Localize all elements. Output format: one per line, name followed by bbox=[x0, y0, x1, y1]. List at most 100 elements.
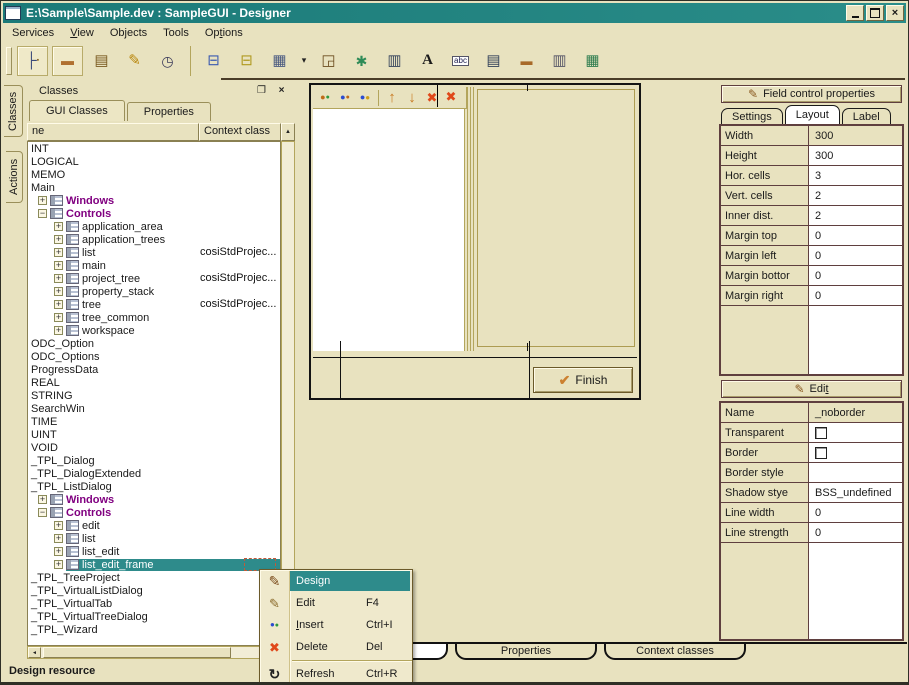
drive-yellow-icon[interactable]: ⊟ bbox=[232, 47, 261, 75]
tree-row-REAL[interactable]: REAL bbox=[28, 376, 280, 389]
prop-value[interactable]: 0 bbox=[809, 286, 902, 306]
prop-value[interactable]: BSS_undefined bbox=[809, 483, 902, 503]
tree-row-list_edit_frame[interactable]: +list_edit_frame bbox=[28, 558, 280, 571]
prop-value[interactable]: 3 bbox=[809, 166, 902, 186]
expand-icon[interactable]: + bbox=[54, 235, 63, 244]
column-name[interactable]: ne bbox=[27, 123, 199, 141]
window-items-icon[interactable]: ▦ bbox=[578, 47, 607, 75]
form-list-icon[interactable]: ▤ bbox=[479, 47, 508, 75]
tree-row-list[interactable]: +listcosiStdProjec... bbox=[28, 246, 280, 259]
abc-text-icon[interactable]: abc bbox=[446, 47, 475, 75]
checkbox-unchecked[interactable] bbox=[815, 427, 827, 439]
sidebar-tab-classes[interactable]: Classes bbox=[4, 85, 23, 137]
context-menu-design[interactable]: ✎Design bbox=[260, 570, 412, 592]
prop-value[interactable]: 300 bbox=[809, 146, 902, 166]
bottom-tab-properties[interactable]: Properties bbox=[455, 644, 597, 660]
prop-value[interactable]: 0 bbox=[809, 503, 902, 523]
field-control-properties-button[interactable]: ✎ Field control properties bbox=[721, 85, 902, 103]
insert-link-icon[interactable]: ●● bbox=[355, 89, 375, 107]
prop-value[interactable]: 0 bbox=[809, 523, 902, 543]
maximize-button[interactable] bbox=[866, 5, 884, 21]
menu-objects[interactable]: Objects bbox=[102, 25, 155, 41]
scroll-up-button[interactable]: ▲ bbox=[281, 123, 295, 141]
server-icon[interactable]: ▥ bbox=[545, 47, 574, 75]
tree-row-Windows[interactable]: +Windows bbox=[28, 194, 280, 207]
prop-value[interactable]: 0 bbox=[809, 266, 902, 286]
tab-label[interactable]: Label bbox=[842, 108, 891, 124]
context-menu-insert[interactable]: ●●InsertCtrl+I bbox=[260, 614, 412, 636]
book-log-icon[interactable]: ▤ bbox=[87, 47, 116, 75]
eraser-icon[interactable]: ▬ bbox=[52, 46, 83, 76]
edit-resource-icon[interactable]: ✎ bbox=[120, 47, 149, 75]
expand-icon[interactable]: + bbox=[54, 222, 63, 231]
design-list-box[interactable] bbox=[313, 109, 465, 351]
horizontal-scrollbar[interactable]: ◄ bbox=[27, 646, 281, 659]
expand-icon[interactable]: + bbox=[54, 300, 63, 309]
expand-icon[interactable]: + bbox=[54, 274, 63, 283]
tree-row-tree_common[interactable]: +tree_common bbox=[28, 311, 280, 324]
prop-value[interactable]: _noborder bbox=[809, 403, 902, 423]
menu-services[interactable]: Services bbox=[4, 25, 62, 41]
context-menu-delete[interactable]: ✖DeleteDel bbox=[260, 636, 412, 658]
tree-row-LOGICAL[interactable]: LOGICAL bbox=[28, 155, 280, 168]
font-icon[interactable]: A bbox=[413, 47, 442, 75]
eraser-small-icon[interactable]: ▬ bbox=[512, 47, 541, 75]
splitter-line[interactable] bbox=[467, 87, 468, 351]
expand-icon[interactable]: + bbox=[38, 196, 47, 205]
insert-node-icon[interactable]: ●● bbox=[315, 89, 335, 107]
paint-tools-icon[interactable]: ✱ bbox=[347, 47, 376, 75]
tree-row-tree[interactable]: +treecosiStdProjec... bbox=[28, 298, 280, 311]
splitter-line[interactable] bbox=[470, 87, 471, 351]
tree-row-edit[interactable]: +edit bbox=[28, 519, 280, 532]
close-panel-icon[interactable]: × bbox=[275, 85, 288, 97]
tab-properties[interactable]: Properties bbox=[127, 102, 211, 121]
tree-row-TIME[interactable]: TIME bbox=[28, 415, 280, 428]
tree-row-main[interactable]: +main bbox=[28, 259, 280, 272]
tree-row-workspace[interactable]: +workspace bbox=[28, 324, 280, 337]
expand-icon[interactable]: + bbox=[54, 547, 63, 556]
tab-gui-classes[interactable]: GUI Classes bbox=[29, 100, 125, 121]
delete-icon-2[interactable]: ✖ bbox=[441, 87, 461, 105]
tab-settings[interactable]: Settings bbox=[721, 108, 783, 124]
tree-row-application_area[interactable]: +application_area bbox=[28, 220, 280, 233]
tree-row-_TPL_Wizard[interactable]: _TPL_Wizard bbox=[28, 623, 280, 636]
window-form-icon[interactable]: ▦ bbox=[265, 47, 294, 75]
move-up-icon[interactable]: ↑ bbox=[382, 89, 402, 107]
tree-row-MEMO[interactable]: MEMO bbox=[28, 168, 280, 181]
tree-row-Main[interactable]: Main bbox=[28, 181, 280, 194]
table-list-icon[interactable]: ▥ bbox=[380, 47, 409, 75]
tree-row-ODC_Option[interactable]: ODC_Option bbox=[28, 337, 280, 350]
prop-value[interactable] bbox=[809, 463, 902, 483]
scroll-left-button[interactable]: ◄ bbox=[28, 647, 41, 658]
screen-design-icon[interactable]: ◲ bbox=[314, 47, 343, 75]
insert-child-icon[interactable]: ●● bbox=[335, 89, 355, 107]
edit-button[interactable]: ✎ Edit bbox=[721, 380, 902, 398]
expand-icon[interactable]: + bbox=[54, 560, 63, 569]
tree-row-_TPL_VirtualTreeDialog[interactable]: _TPL_VirtualTreeDialog bbox=[28, 610, 280, 623]
prop-value[interactable]: 0 bbox=[809, 226, 902, 246]
tree-row-Windows[interactable]: +Windows bbox=[28, 493, 280, 506]
expand-icon[interactable]: + bbox=[54, 326, 63, 335]
prop-value[interactable] bbox=[809, 443, 902, 463]
bottom-tab-context-classes[interactable]: Context classes bbox=[604, 644, 746, 660]
tree-row-Controls[interactable]: −Controls bbox=[28, 506, 280, 519]
dropdown-arrow-icon[interactable]: ▾ bbox=[298, 47, 310, 75]
tree-row-_TPL_TreeProject[interactable]: _TPL_TreeProject bbox=[28, 571, 280, 584]
column-context-class[interactable]: Context class bbox=[199, 123, 281, 141]
tree-row-_TPL_VirtualListDialog[interactable]: _TPL_VirtualListDialog bbox=[28, 584, 280, 597]
tree-row-SearchWin[interactable]: SearchWin bbox=[28, 402, 280, 415]
tree-row-INT[interactable]: INT bbox=[28, 142, 280, 155]
prop-value[interactable] bbox=[809, 423, 902, 443]
move-down-icon[interactable]: ↓ bbox=[402, 89, 422, 107]
splitter-line[interactable] bbox=[473, 87, 474, 351]
expand-icon[interactable]: + bbox=[54, 534, 63, 543]
expand-icon[interactable]: + bbox=[54, 313, 63, 322]
checkbox-unchecked[interactable] bbox=[815, 447, 827, 459]
finish-button[interactable]: ✔ Finish bbox=[533, 367, 633, 393]
tree-row-ProgressData[interactable]: ProgressData bbox=[28, 363, 280, 376]
prop-value[interactable]: 300 bbox=[809, 126, 902, 146]
menu-options[interactable]: Options bbox=[197, 25, 251, 41]
tree-row-_TPL_Dialog[interactable]: _TPL_Dialog bbox=[28, 454, 280, 467]
menu-view[interactable]: View bbox=[62, 25, 102, 41]
prop-value[interactable]: 0 bbox=[809, 246, 902, 266]
